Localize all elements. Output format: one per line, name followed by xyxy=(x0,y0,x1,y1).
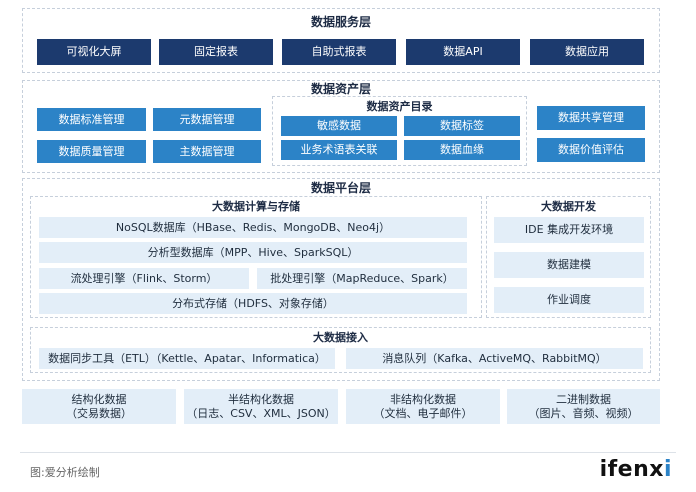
catalog-item-lineage: 数据血缘 xyxy=(404,140,520,160)
source-binary-name: 二进制数据 xyxy=(556,392,611,406)
asset-layer: 数据资产层 数据标准管理 元数据管理 数据质量管理 主数据管理 数据资产目录 敏… xyxy=(22,80,660,173)
stream-engine-box: 流处理引擎（Flink、Storm） xyxy=(39,268,249,289)
dev-section: 大数据开发 IDE 集成开发环境 数据建模 作业调度 xyxy=(486,196,651,318)
asset-item-standard: 数据标准管理 xyxy=(37,108,146,131)
compute-storage-title: 大数据计算与存储 xyxy=(212,200,300,213)
etl-sync-box: 数据同步工具（ETL）（Kettle、Apatar、Informatica） xyxy=(39,348,335,369)
service-layer-title: 数据服务层 xyxy=(310,15,371,29)
nosql-box: NoSQL数据库（HBase、Redis、MongoDB、Neo4j） xyxy=(39,217,467,238)
source-semi-structured-detail: （日志、CSV、XML、JSON） xyxy=(186,406,336,420)
figure-caption: 图:爱分析绘制 xyxy=(30,466,100,479)
platform-layer-title: 数据平台层 xyxy=(310,181,371,195)
dev-title: 大数据开发 xyxy=(541,200,596,213)
ifenxi-logo: ifenxi xyxy=(600,457,672,482)
asset-catalog: 数据资产目录 敏感数据 数据标签 业务术语表关联 数据血缘 xyxy=(272,96,527,166)
catalog-item-tag: 数据标签 xyxy=(404,116,520,136)
source-structured-detail: （交易数据） xyxy=(66,406,132,420)
platform-layer: 数据平台层 大数据计算与存储 NoSQL数据库（HBase、Redis、Mong… xyxy=(22,178,660,381)
asset-layer-title: 数据资产层 xyxy=(310,82,371,96)
ingest-section: 大数据接入 数据同步工具（ETL）（Kettle、Apatar、Informat… xyxy=(30,327,651,373)
source-binary-detail: （图片、音频、视频） xyxy=(528,406,639,420)
catalog-item-glossary: 业务术语表关联 xyxy=(281,140,397,160)
asset-item-quality: 数据质量管理 xyxy=(37,140,146,163)
olap-box: 分析型数据库（MPP、Hive、SparkSQL） xyxy=(39,242,467,263)
asset-catalog-title: 数据资产目录 xyxy=(366,100,433,113)
source-binary: 二进制数据 （图片、音频、视频） xyxy=(507,389,660,424)
asset-item-masterdata: 主数据管理 xyxy=(153,140,261,163)
ide-box: IDE 集成开发环境 xyxy=(494,217,644,243)
service-item-data-app: 数据应用 xyxy=(530,39,644,65)
source-structured-name: 结构化数据 xyxy=(71,392,127,406)
logo-main-text: ifenx xyxy=(599,457,664,482)
source-structured: 结构化数据 （交易数据） xyxy=(22,389,176,424)
logo-end-text: i xyxy=(663,457,672,482)
service-item-dashboard: 可视化大屏 xyxy=(37,39,151,65)
source-unstructured-name: 非结构化数据 xyxy=(390,392,456,406)
service-item-self-report: 自助式报表 xyxy=(282,39,396,65)
footer-divider xyxy=(20,452,676,453)
message-queue-box: 消息队列（Kafka、ActiveMQ、RabbitMQ） xyxy=(346,348,643,369)
asset-item-sharing: 数据共享管理 xyxy=(537,106,645,130)
source-semi-structured: 半结构化数据 （日志、CSV、XML、JSON） xyxy=(184,389,338,424)
distributed-storage-box: 分布式存储（HDFS、对象存储） xyxy=(39,293,467,314)
service-layer: 数据服务层 可视化大屏 固定报表 自助式报表 数据API 数据应用 xyxy=(22,8,660,73)
ingest-title: 大数据接入 xyxy=(313,331,368,344)
batch-engine-box: 批处理引擎（MapReduce、Spark） xyxy=(257,268,467,289)
asset-item-metadata: 元数据管理 xyxy=(153,108,261,131)
scheduling-box: 作业调度 xyxy=(494,287,644,313)
service-item-data-api: 数据API xyxy=(406,39,520,65)
service-item-fixed-report: 固定报表 xyxy=(159,39,273,65)
modeling-box: 数据建模 xyxy=(494,252,644,278)
asset-item-value: 数据价值评估 xyxy=(537,138,645,162)
source-semi-structured-name: 半结构化数据 xyxy=(228,392,294,406)
source-unstructured-detail: （文档、电子邮件） xyxy=(373,406,473,420)
catalog-item-sensitive: 敏感数据 xyxy=(281,116,397,136)
source-unstructured: 非结构化数据 （文档、电子邮件） xyxy=(346,389,500,424)
compute-storage-section: 大数据计算与存储 NoSQL数据库（HBase、Redis、MongoDB、Ne… xyxy=(30,196,482,318)
